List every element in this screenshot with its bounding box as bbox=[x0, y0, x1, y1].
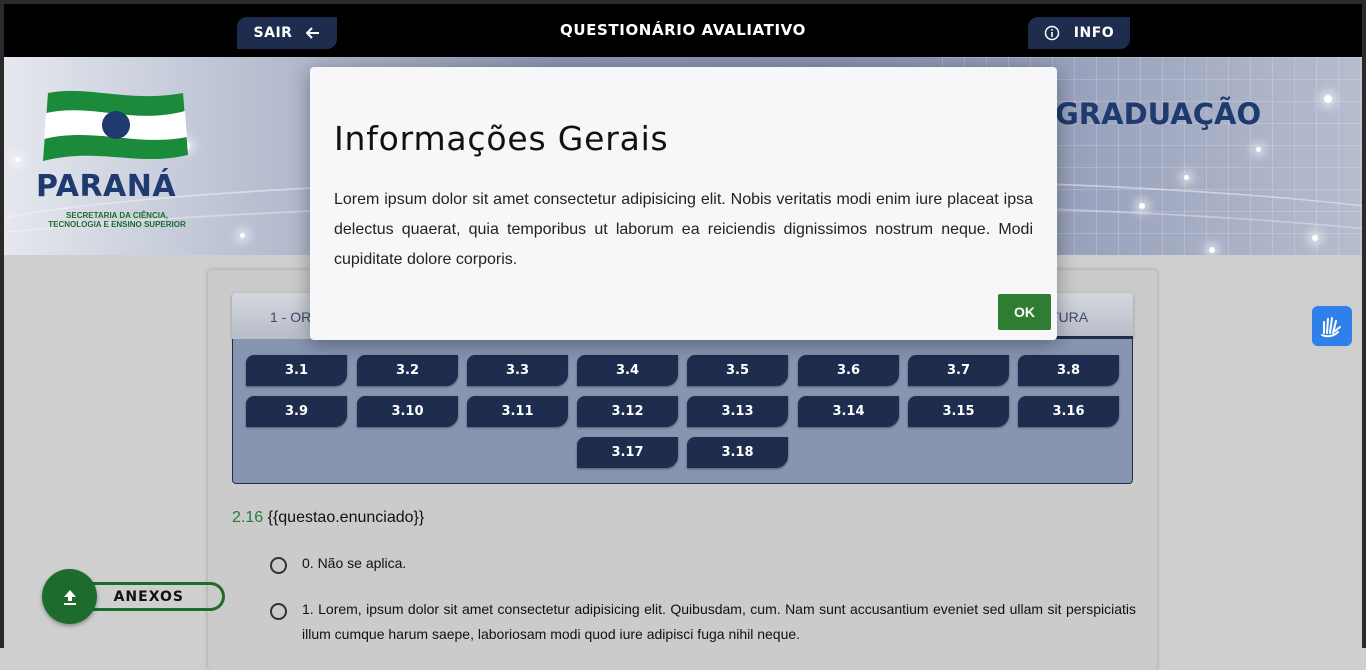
info-dialog: Informações Gerais Lorem ipsum dolor sit… bbox=[310, 67, 1057, 340]
dialog-body: Lorem ipsum dolor sit amet consectetur a… bbox=[334, 191, 1033, 268]
dialog-title: Informações Gerais bbox=[334, 119, 669, 158]
ok-button[interactable]: OK bbox=[998, 294, 1051, 330]
